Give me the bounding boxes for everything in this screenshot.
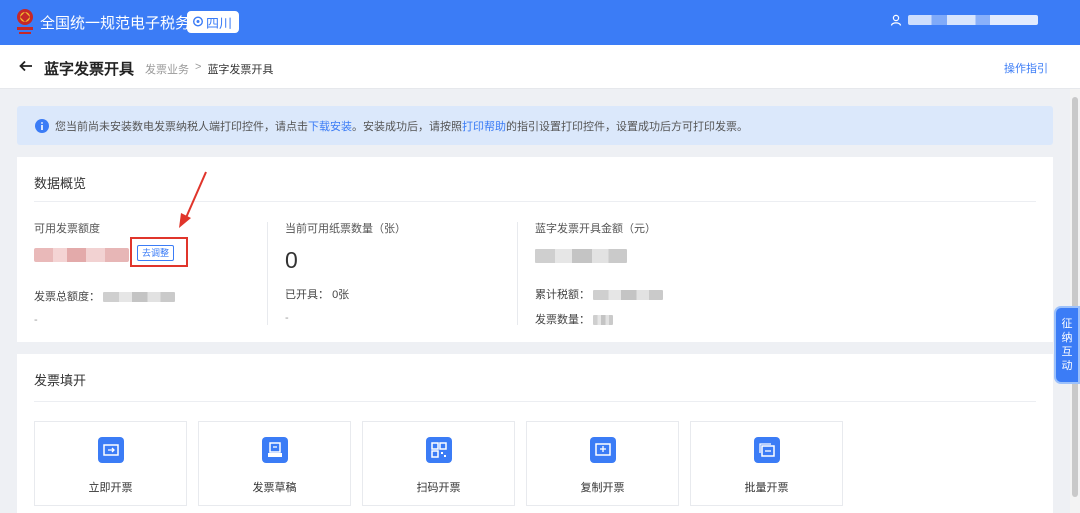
- invoice-fill-title: 发票填开: [34, 373, 87, 388]
- data-overview-card: 数据概览 可用发票额度 发票总额度： - 去调整 当前可用纸票数量（张） 0 已…: [17, 157, 1053, 342]
- print-control-notice: 您当前尚未安装数电发票纳税人端打印控件，请点击 下载安装 。安装成功后，请按照 …: [17, 106, 1053, 145]
- page-title: 蓝字发票开具: [44, 61, 135, 78]
- issued-value: 0张: [332, 289, 350, 301]
- user-menu[interactable]: [890, 14, 1038, 26]
- total-quota-dash: -: [34, 314, 38, 326]
- breadcrumb-item-current: 蓝字发票开具: [207, 64, 274, 76]
- location-pin-icon: [192, 15, 204, 27]
- invoice-fill-card: 发票填开 立即开票 发票草稿 扫码开票 复制开票 批量开票: [17, 354, 1053, 513]
- quota-column: 可用发票额度 发票总额度： -: [34, 220, 176, 326]
- notice-text-1: 您当前尚未安装数电发票纳税人端打印控件，请点击: [55, 120, 308, 133]
- info-icon: [35, 118, 49, 133]
- notice-text-3: 的指引设置打印控件，设置成功后方可打印发票。: [506, 120, 748, 133]
- column-separator: [517, 222, 518, 325]
- blue-invoice-amount-redacted: [535, 248, 627, 263]
- available-quota-value-redacted: [34, 248, 129, 262]
- region-label: 四川: [206, 15, 233, 31]
- copy-invoice-icon: [590, 437, 616, 463]
- user-name-redacted: [908, 15, 1038, 25]
- invoice-count-label: 发票数量：: [535, 313, 590, 326]
- copy-issue-tile[interactable]: 复制开票: [526, 421, 679, 506]
- brand-title: 全国统一规范电子税务局: [40, 15, 206, 32]
- issued-dash: -: [285, 312, 289, 324]
- cumulative-tax-label: 累计税额：: [535, 288, 590, 301]
- draft-icon: [262, 437, 288, 463]
- breadcrumb: 发票业务 > 蓝字发票开具: [145, 61, 273, 77]
- annotation-arrow: [179, 171, 207, 228]
- column-separator: [267, 222, 268, 325]
- download-install-link[interactable]: 下载安装: [308, 118, 352, 134]
- side-tab-char: 动: [1061, 360, 1073, 372]
- tile-label: 立即开票: [88, 482, 133, 494]
- side-tab-char: 纳: [1061, 332, 1073, 344]
- tile-label: 复制开票: [580, 482, 625, 494]
- total-quota-value-redacted: [103, 292, 176, 303]
- batch-invoice-icon: [754, 437, 780, 463]
- tax-interaction-side-tab[interactable]: 征 纳 互 动: [1056, 308, 1078, 382]
- total-quota-label: 发票总额度：: [34, 291, 100, 303]
- blue-invoice-amount-label: 蓝字发票开具金额（元）: [535, 223, 656, 235]
- scan-code-issue-tile[interactable]: 扫码开票: [362, 421, 515, 506]
- qr-code-icon: [426, 437, 452, 463]
- tile-label: 发票草稿: [252, 482, 297, 494]
- paper-invoice-count-value: 0: [285, 247, 298, 273]
- invoice-action-tiles: 立即开票 发票草稿 扫码开票 复制开票 批量开票: [34, 421, 843, 506]
- page-header: 蓝字发票开具 发票业务 > 蓝字发票开具 操作指引: [0, 45, 1080, 89]
- breadcrumb-separator: >: [195, 61, 202, 73]
- invoice-count-redacted: [593, 314, 614, 325]
- side-tab-char: 互: [1061, 346, 1073, 358]
- card-divider: [34, 401, 1036, 402]
- breadcrumb-item-invoice-business[interactable]: 发票业务: [145, 61, 189, 77]
- invoice-draft-tile[interactable]: 发票草稿: [198, 421, 351, 506]
- issued-label: 已开具：: [285, 289, 329, 301]
- issue-now-tile[interactable]: 立即开票: [34, 421, 187, 506]
- batch-issue-tile[interactable]: 批量开票: [690, 421, 843, 506]
- tile-label: 扫码开票: [416, 482, 461, 494]
- adjust-quota-button[interactable]: 去调整: [137, 245, 175, 261]
- operation-guide-link[interactable]: 操作指引: [1004, 60, 1048, 76]
- scrollbar-thumb[interactable]: [1072, 97, 1078, 497]
- ticket-icon: [98, 437, 124, 463]
- paper-invoice-count-label: 当前可用纸票数量（张）: [285, 223, 406, 235]
- tax-emblem-icon: [17, 9, 33, 34]
- tile-label: 批量开票: [744, 482, 789, 494]
- side-tab-char: 征: [1061, 318, 1073, 330]
- region-selector[interactable]: 四川: [187, 11, 240, 33]
- scrollbar[interactable]: [1070, 89, 1080, 513]
- user-icon: [890, 14, 902, 26]
- available-quota-label: 可用发票额度: [34, 223, 100, 235]
- paper-invoice-column: 当前可用纸票数量（张） 0 已开具： 0张 -: [285, 220, 406, 324]
- top-bar: 全国统一规范电子税务局 四川: [0, 0, 1080, 45]
- notice-text-2: 。安装成功后，请按照: [352, 120, 462, 133]
- cumulative-tax-redacted: [593, 289, 664, 300]
- back-arrow-icon[interactable]: [18, 58, 34, 74]
- data-overview-title: 数据概览: [34, 176, 87, 191]
- blue-invoice-amount-column: 蓝字发票开具金额（元） 累计税额： 发票数量：: [535, 220, 664, 327]
- print-help-link[interactable]: 打印帮助: [462, 118, 506, 134]
